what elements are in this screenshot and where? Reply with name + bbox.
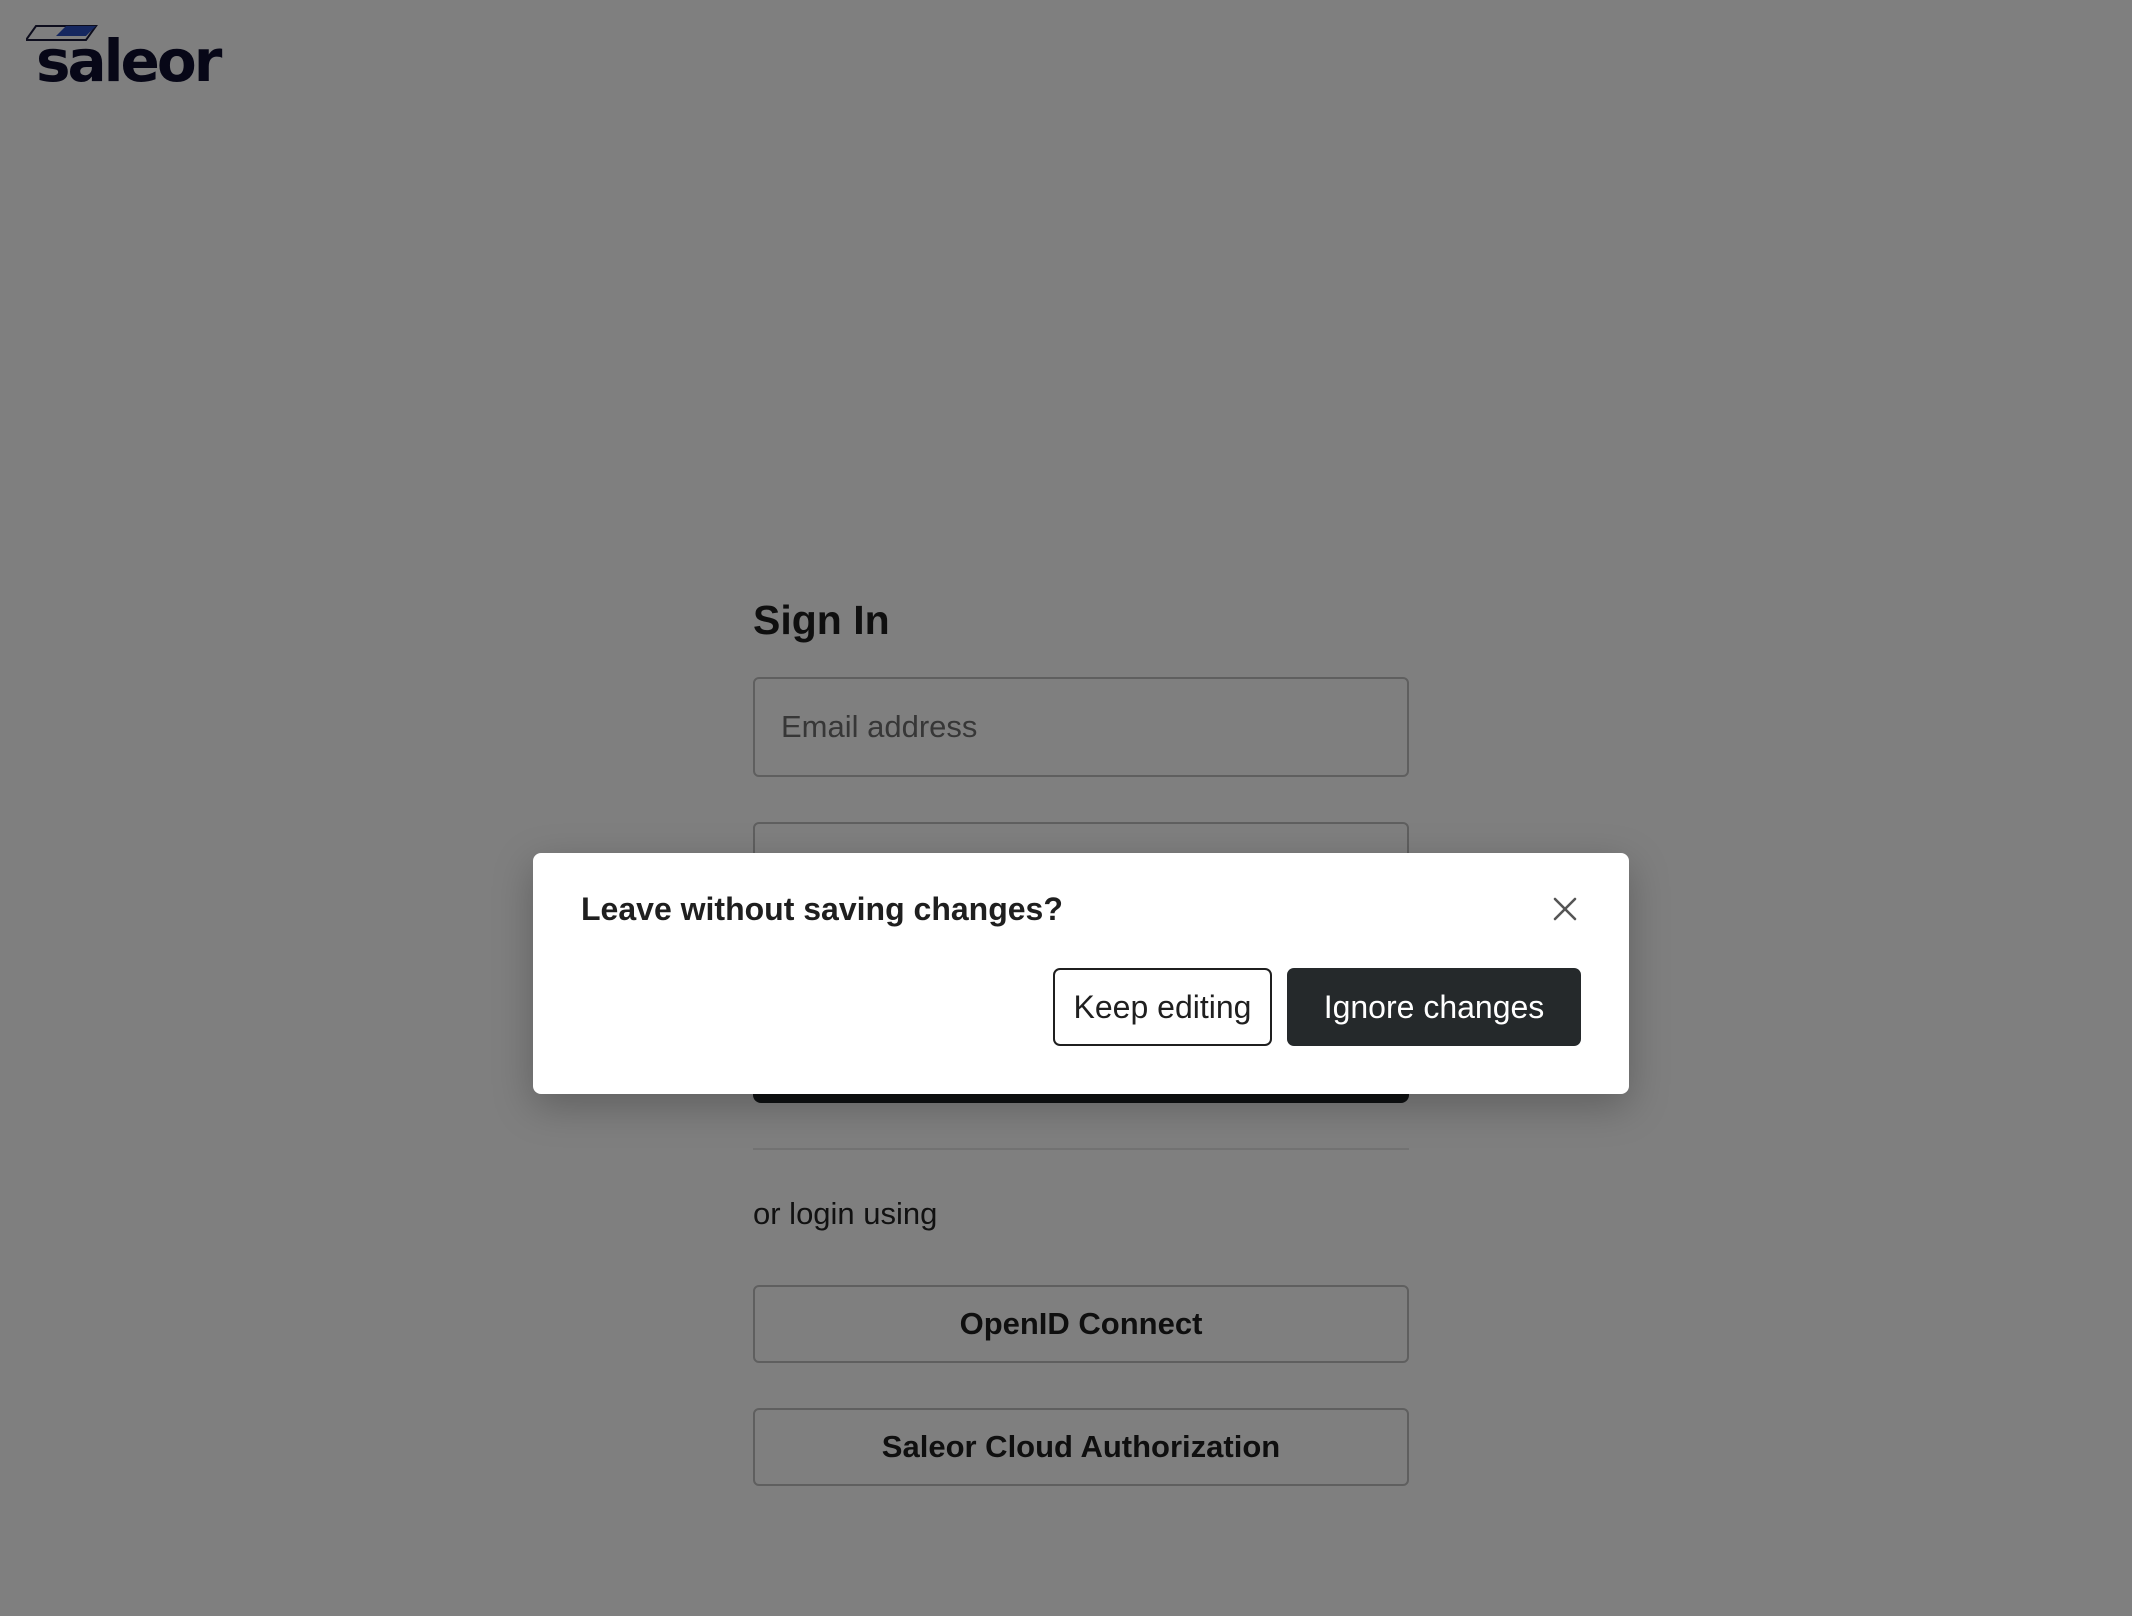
login-page: saleor Sign In or login using OpenID Con… xyxy=(0,0,2132,1616)
dialog-title: Leave without saving changes? xyxy=(581,891,1063,927)
leave-confirmation-dialog: Leave without saving changes? Keep editi… xyxy=(533,853,1629,1094)
close-icon xyxy=(1553,897,1577,921)
modal-backdrop[interactable] xyxy=(0,0,2132,1616)
keep-editing-button[interactable]: Keep editing xyxy=(1053,968,1272,1046)
close-button[interactable] xyxy=(1545,889,1585,929)
ignore-changes-button[interactable]: Ignore changes xyxy=(1287,968,1581,1046)
